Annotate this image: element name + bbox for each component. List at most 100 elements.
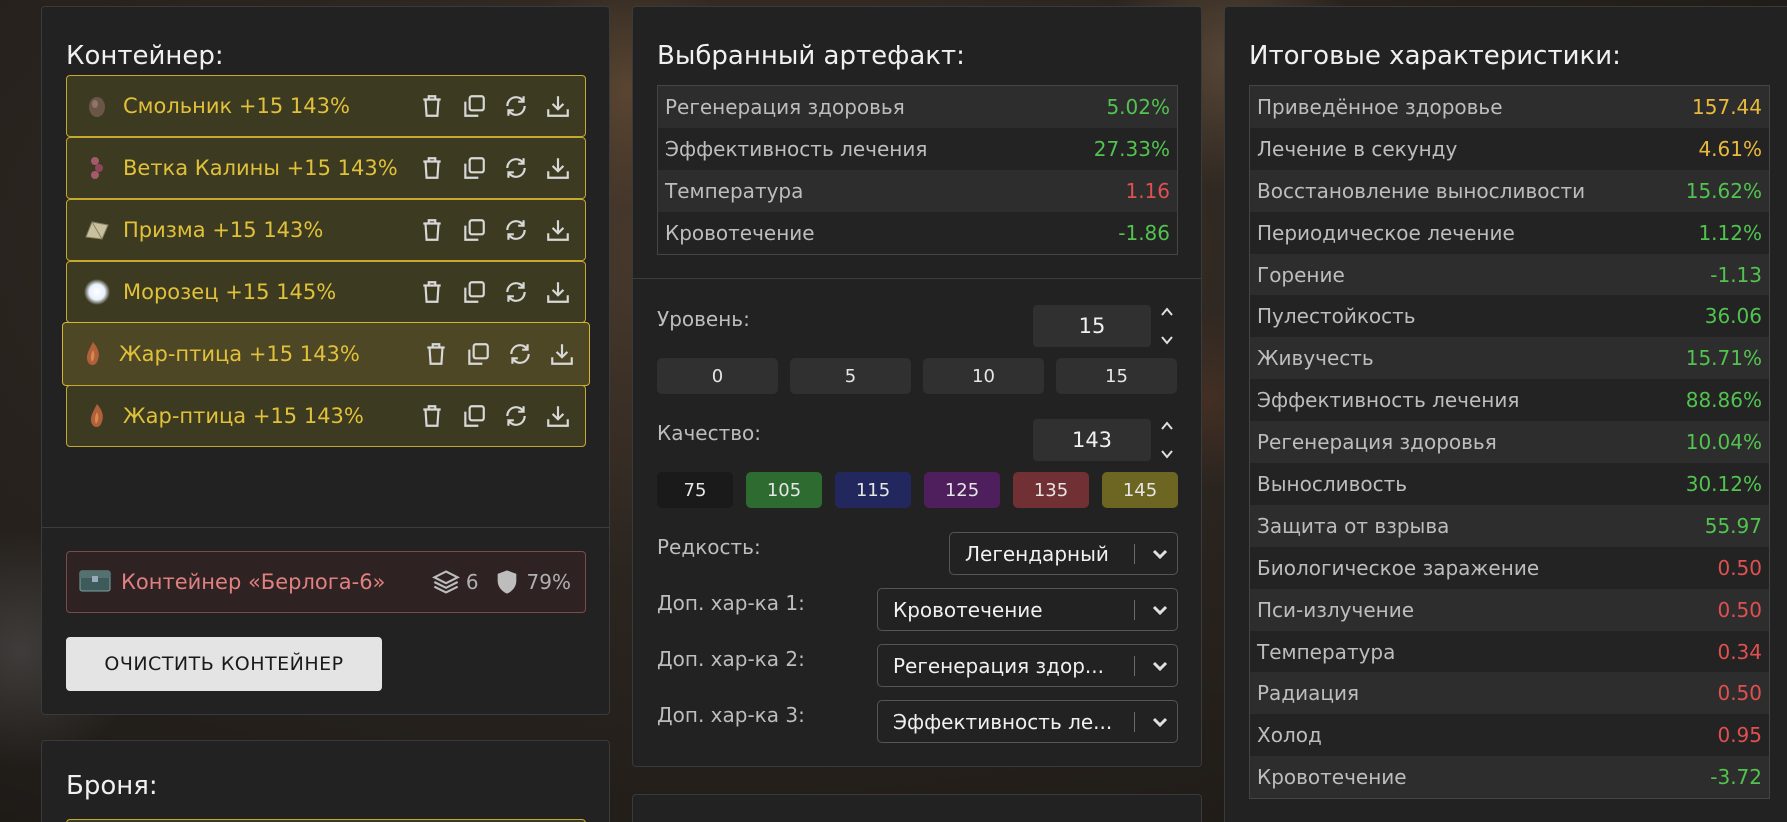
level-preset-button[interactable]: 15 bbox=[1056, 358, 1177, 394]
download-icon[interactable] bbox=[549, 341, 575, 367]
quality-input[interactable]: 143 bbox=[1033, 419, 1151, 461]
lower-panel bbox=[632, 794, 1202, 822]
quality-preset-button[interactable]: 125 bbox=[924, 472, 1000, 508]
stat-row: Регенерация здоровья 10.04% bbox=[1250, 421, 1769, 464]
stat-label: Восстановление выносливости bbox=[1257, 178, 1586, 203]
artifact-row[interactable]: Жар-птица +15 143% bbox=[62, 322, 590, 386]
stat-row: Пулестойкость 36.06 bbox=[1250, 295, 1769, 338]
level-preset-button[interactable]: 10 bbox=[923, 358, 1044, 394]
quality-preset-button[interactable]: 115 bbox=[835, 472, 911, 508]
artifact-name: Жар-птица +15 143% bbox=[119, 342, 360, 366]
download-icon[interactable] bbox=[545, 217, 571, 243]
container-panel: Контейнер: Смольник +15 143% Ветка Калины… bbox=[41, 6, 610, 715]
extra2-value: Регенерация здор... bbox=[893, 653, 1104, 678]
artifact-row[interactable]: Морозец +15 145% bbox=[66, 261, 586, 323]
chevron-down-icon bbox=[1143, 545, 1177, 563]
artifact-name: Жар-птица +15 143% bbox=[123, 404, 364, 428]
extra3-select[interactable]: Эффективность ле... bbox=[877, 700, 1178, 743]
extra1-select[interactable]: Кровотечение bbox=[877, 588, 1178, 631]
chevron-up-icon bbox=[1161, 421, 1173, 430]
stat-row: Пси-излучение 0.50 bbox=[1250, 588, 1769, 631]
artifact-row[interactable]: Призма +15 143% bbox=[66, 199, 586, 261]
clear-container-button[interactable]: ОЧИСТИТЬ КОНТЕЙНЕР bbox=[66, 637, 382, 691]
stat-value: 30.12% bbox=[1685, 471, 1762, 496]
chevron-down-icon bbox=[1161, 450, 1173, 459]
stat-row: Лечение в секунду 4.61% bbox=[1250, 127, 1769, 170]
armor-title: Броня: bbox=[66, 771, 158, 801]
stat-label: Радиация bbox=[1257, 681, 1360, 706]
armor-panel: Броня: bbox=[41, 740, 610, 822]
extra2-select[interactable]: Регенерация здор... bbox=[877, 644, 1178, 687]
selected-stats-table: Регенерация здоровья 5.02% Эффективность л… bbox=[657, 85, 1178, 255]
level-input[interactable]: 15 bbox=[1033, 305, 1151, 347]
quality-label: Качество: bbox=[657, 421, 761, 445]
rarity-select[interactable]: Легендарный bbox=[949, 532, 1178, 575]
stat-row: Живучесть 15.71% bbox=[1250, 337, 1769, 380]
stat-label: Периодическое лечение bbox=[1257, 220, 1515, 245]
trash-icon[interactable] bbox=[419, 279, 445, 305]
copy-icon[interactable] bbox=[461, 93, 487, 119]
level-spinner[interactable] bbox=[1158, 305, 1176, 347]
container-info[interactable]: Контейнер «Берлога-6» 6 79% bbox=[66, 551, 586, 613]
select-separator bbox=[1134, 599, 1135, 620]
download-icon[interactable] bbox=[545, 155, 571, 181]
select-separator bbox=[1134, 711, 1135, 732]
refresh-icon[interactable] bbox=[503, 403, 529, 429]
copy-icon[interactable] bbox=[461, 155, 487, 181]
extra1-label: Доп. хар-ка 1: bbox=[657, 591, 805, 615]
download-icon[interactable] bbox=[545, 279, 571, 305]
artifact-row[interactable]: Смольник +15 143% bbox=[66, 75, 586, 137]
kalina-branch-icon bbox=[83, 154, 111, 182]
stat-row: Защита от взрыва 55.97 bbox=[1250, 504, 1769, 547]
level-preset-button[interactable]: 5 bbox=[790, 358, 911, 394]
stat-value: 1.16 bbox=[1125, 178, 1170, 203]
quality-preset-button[interactable]: 145 bbox=[1102, 472, 1178, 508]
selected-artifact-panel: Выбранный артефакт: Регенерация здоровья… bbox=[632, 6, 1202, 767]
quality-preset-button[interactable]: 105 bbox=[746, 472, 822, 508]
selected-title: Выбранный артефакт: bbox=[657, 41, 965, 71]
stat-row: Холод 0.95 bbox=[1250, 714, 1769, 757]
rarity-value: Легендарный bbox=[965, 541, 1109, 566]
copy-icon[interactable] bbox=[461, 403, 487, 429]
copy-icon[interactable] bbox=[465, 341, 491, 367]
extra3-value: Эффективность ле... bbox=[893, 709, 1113, 734]
stat-row: Периодическое лечение 1.12% bbox=[1250, 211, 1769, 254]
stat-value: 88.86% bbox=[1685, 388, 1762, 413]
trash-icon[interactable] bbox=[423, 341, 449, 367]
stat-value: 0.50 bbox=[1717, 555, 1762, 580]
stat-label: Кровотечение bbox=[665, 220, 815, 245]
download-icon[interactable] bbox=[545, 403, 571, 429]
quality-preset-button[interactable]: 135 bbox=[1013, 472, 1089, 508]
quality-preset-button[interactable]: 75 bbox=[657, 472, 733, 508]
copy-icon[interactable] bbox=[461, 279, 487, 305]
container-title: Контейнер: bbox=[66, 41, 224, 71]
refresh-icon[interactable] bbox=[507, 341, 533, 367]
refresh-icon[interactable] bbox=[503, 93, 529, 119]
totals-title: Итоговые характеристики: bbox=[1249, 41, 1621, 71]
download-icon[interactable] bbox=[545, 93, 571, 119]
divider bbox=[42, 527, 609, 528]
quality-spinner[interactable] bbox=[1158, 419, 1176, 461]
stat-row: Горение -1.13 bbox=[1250, 253, 1769, 296]
level-preset-button[interactable]: 0 bbox=[657, 358, 778, 394]
artifact-row[interactable]: Ветка Калины +15 143% bbox=[66, 137, 586, 199]
stat-value: 0.95 bbox=[1717, 723, 1762, 748]
extra1-value: Кровотечение bbox=[893, 597, 1043, 622]
artifact-row[interactable]: Жар-птица +15 143% bbox=[66, 385, 586, 447]
trash-icon[interactable] bbox=[419, 403, 445, 429]
trash-icon[interactable] bbox=[419, 93, 445, 119]
trash-icon[interactable] bbox=[419, 155, 445, 181]
stat-value: -1.13 bbox=[1710, 262, 1762, 287]
refresh-icon[interactable] bbox=[503, 217, 529, 243]
artifact-name: Призма +15 143% bbox=[123, 218, 324, 242]
stat-value: 1.12% bbox=[1698, 220, 1762, 245]
refresh-icon[interactable] bbox=[503, 155, 529, 181]
stat-label: Температура bbox=[1257, 639, 1396, 664]
copy-icon[interactable] bbox=[461, 217, 487, 243]
artifact-name: Смольник +15 143% bbox=[123, 94, 350, 118]
container-name: Контейнер «Берлога-6» bbox=[121, 570, 386, 594]
extra3-label: Доп. хар-ка 3: bbox=[657, 703, 805, 727]
trash-icon[interactable] bbox=[419, 217, 445, 243]
stat-row: Эффективность лечения 27.33% bbox=[658, 127, 1177, 170]
refresh-icon[interactable] bbox=[503, 279, 529, 305]
